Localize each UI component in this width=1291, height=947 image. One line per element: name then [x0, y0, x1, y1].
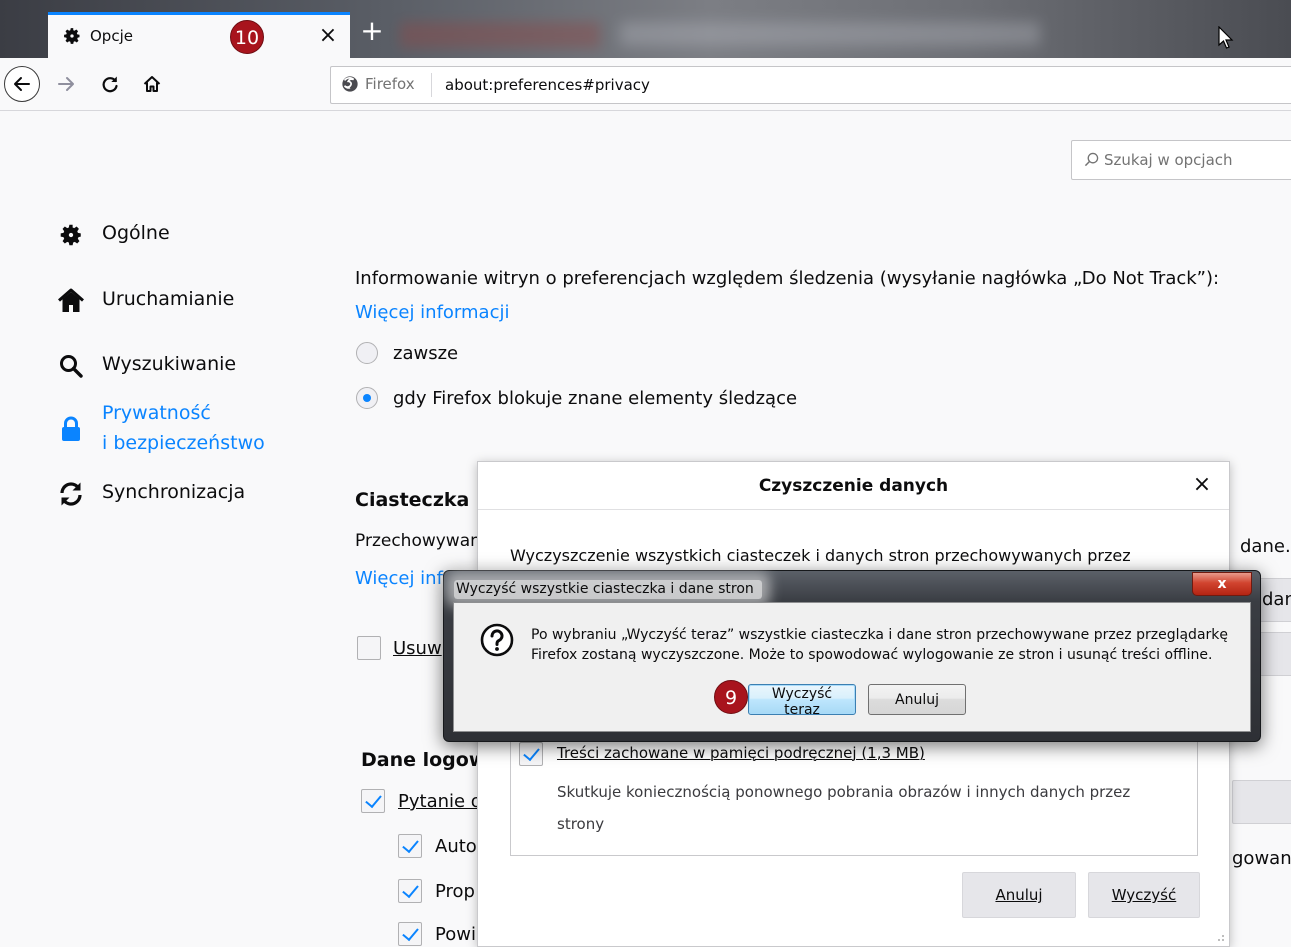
url-bar[interactable]: Firefox about:preferences#privacy [330, 66, 1291, 104]
autofill-checkbox[interactable] [398, 834, 422, 858]
more-info-link[interactable]: Więcej informacji [355, 302, 509, 323]
sidebar-item-startup[interactable]: Uruchamianie [56, 288, 234, 314]
dnt-always-radio[interactable] [356, 342, 378, 364]
sidebar-item-label: Uruchamianie [102, 288, 235, 310]
step-badge-9: 9 [714, 680, 748, 714]
tab-options[interactable]: Opcje × [48, 12, 350, 58]
cookies-right-fragment: dane. [1240, 536, 1291, 557]
url-text[interactable]: about:preferences#privacy [445, 76, 650, 94]
dnt-always-label: zawsze [393, 343, 459, 364]
cookies-heading: Ciasteczka i [355, 489, 483, 511]
sync-icon [56, 481, 86, 507]
clear-button[interactable]: Wyczyść [1088, 872, 1200, 918]
suggest-passwords-label: Prop [435, 881, 475, 902]
alert-breaches-checkbox[interactable] [398, 922, 422, 946]
dnt-description: Informowanie witryn o preferencjach wzgl… [355, 268, 1220, 289]
message-line: Po wybraniu „Wyczyść teraz” wszystkie ci… [531, 627, 1228, 643]
new-tab-button[interactable]: + [358, 17, 386, 46]
back-button[interactable] [4, 66, 40, 102]
dialog-body: Po wybraniu „Wyczyść teraz” wszystkie ci… [453, 602, 1251, 732]
home-icon [56, 288, 86, 314]
alert-breaches-label: Powi [435, 924, 476, 945]
ask-to-save-label: Pytanie o [398, 791, 482, 812]
tab-bar: Opcje × + [0, 0, 1291, 58]
resize-grip-icon[interactable] [1215, 932, 1225, 942]
identity-label: Firefox [365, 75, 415, 93]
sidebar-item-general[interactable]: Ogólne [56, 222, 170, 248]
dnt-when-blocking-label: gdy Firefox blokuje znane elementy śledz… [393, 388, 798, 409]
mouse-cursor-icon [1218, 26, 1234, 50]
ask-to-save-checkbox[interactable] [361, 789, 385, 813]
cookies-description: Przechowywan [355, 531, 481, 551]
cache-option-label[interactable]: Treści zachowane w pamięci podręcznej (1… [557, 744, 925, 762]
cookies-right-fragment: dane [1262, 589, 1291, 610]
background-tab-blur [620, 22, 1040, 46]
step-badge-10: 10 [230, 20, 264, 54]
dialog-message: Po wybraniu „Wyczyść teraz” wszystkie ci… [531, 625, 1228, 665]
clear-now-button[interactable]: Wyczyść teraz [748, 684, 856, 718]
firefox-logo-icon [341, 75, 359, 93]
dialog-divider [478, 509, 1229, 510]
lock-icon [56, 398, 86, 460]
gear-icon [62, 26, 82, 46]
cancel-button[interactable]: Anuluj [868, 684, 966, 715]
search-icon [56, 353, 86, 379]
cancel-button[interactable]: Anuluj [962, 872, 1076, 918]
sidebar-item-label: Ogólne [102, 222, 170, 244]
gear-icon [56, 222, 86, 248]
search-input[interactable] [1102, 150, 1282, 170]
dialog-title: Wyczyść wszystkie ciasteczka i dane stro… [454, 580, 762, 599]
delete-cookies-checkbox[interactable] [357, 636, 381, 660]
reload-button[interactable] [94, 68, 126, 100]
cache-option-description: Skutkuje koniecznością ponownego pobrani… [557, 783, 1131, 833]
sidebar-item-label: i bezpieczeństwo [102, 432, 265, 454]
background-tab-blur [400, 22, 600, 48]
sidebar-item-label: Wyszukiwanie [102, 353, 237, 375]
dialog-title: Czyszczenie danych [758, 476, 949, 496]
close-icon[interactable]: × [1189, 472, 1215, 498]
sidebar-item-sync[interactable]: Synchronizacja [56, 481, 245, 507]
logins-right-fragment: gowani [1232, 848, 1291, 869]
home-button[interactable] [136, 68, 168, 100]
identity-box[interactable]: Firefox [341, 75, 415, 93]
logins-heading: Dane logow [361, 749, 487, 771]
navigation-bar: Firefox about:preferences#privacy [0, 58, 1291, 111]
cookies-more-info-link[interactable]: Więcej inf [355, 568, 443, 589]
forward-button[interactable] [50, 68, 82, 100]
sidebar-item-label: Synchronizacja [102, 481, 246, 503]
confirm-clear-dialog: Wyczyść wszystkie ciasteczka i dane stro… [443, 570, 1261, 742]
question-icon [480, 623, 514, 657]
sidebar-item-label: Prywatność [102, 402, 211, 424]
tab-title: Opcje [90, 27, 133, 45]
dialog-description: Wyczyszczenie wszystkich ciasteczek i da… [510, 546, 1131, 565]
close-button[interactable]: x [1192, 572, 1252, 596]
sidebar-item-search[interactable]: Wyszukiwanie [56, 353, 236, 379]
search-icon [1084, 152, 1099, 167]
url-separator [431, 73, 432, 97]
preferences-search-box[interactable] [1071, 140, 1291, 180]
sidebar-item-privacy[interactable]: Prywatność i bezpieczeństwo [56, 398, 265, 460]
cache-option-box: Treści zachowane w pamięci podręcznej (1… [510, 732, 1198, 856]
delete-cookies-label: Usuw [393, 638, 442, 659]
cache-checkbox[interactable] [519, 742, 543, 766]
close-tab-icon[interactable]: × [314, 21, 342, 49]
dnt-when-blocking-radio[interactable] [356, 387, 378, 409]
suggest-passwords-checkbox[interactable] [398, 879, 422, 903]
autofill-label: Auto [435, 836, 477, 857]
message-line: Firefox zostaną wyczyszczone. Może to sp… [531, 647, 1213, 663]
exceptions-logins-button[interactable] [1232, 780, 1291, 824]
